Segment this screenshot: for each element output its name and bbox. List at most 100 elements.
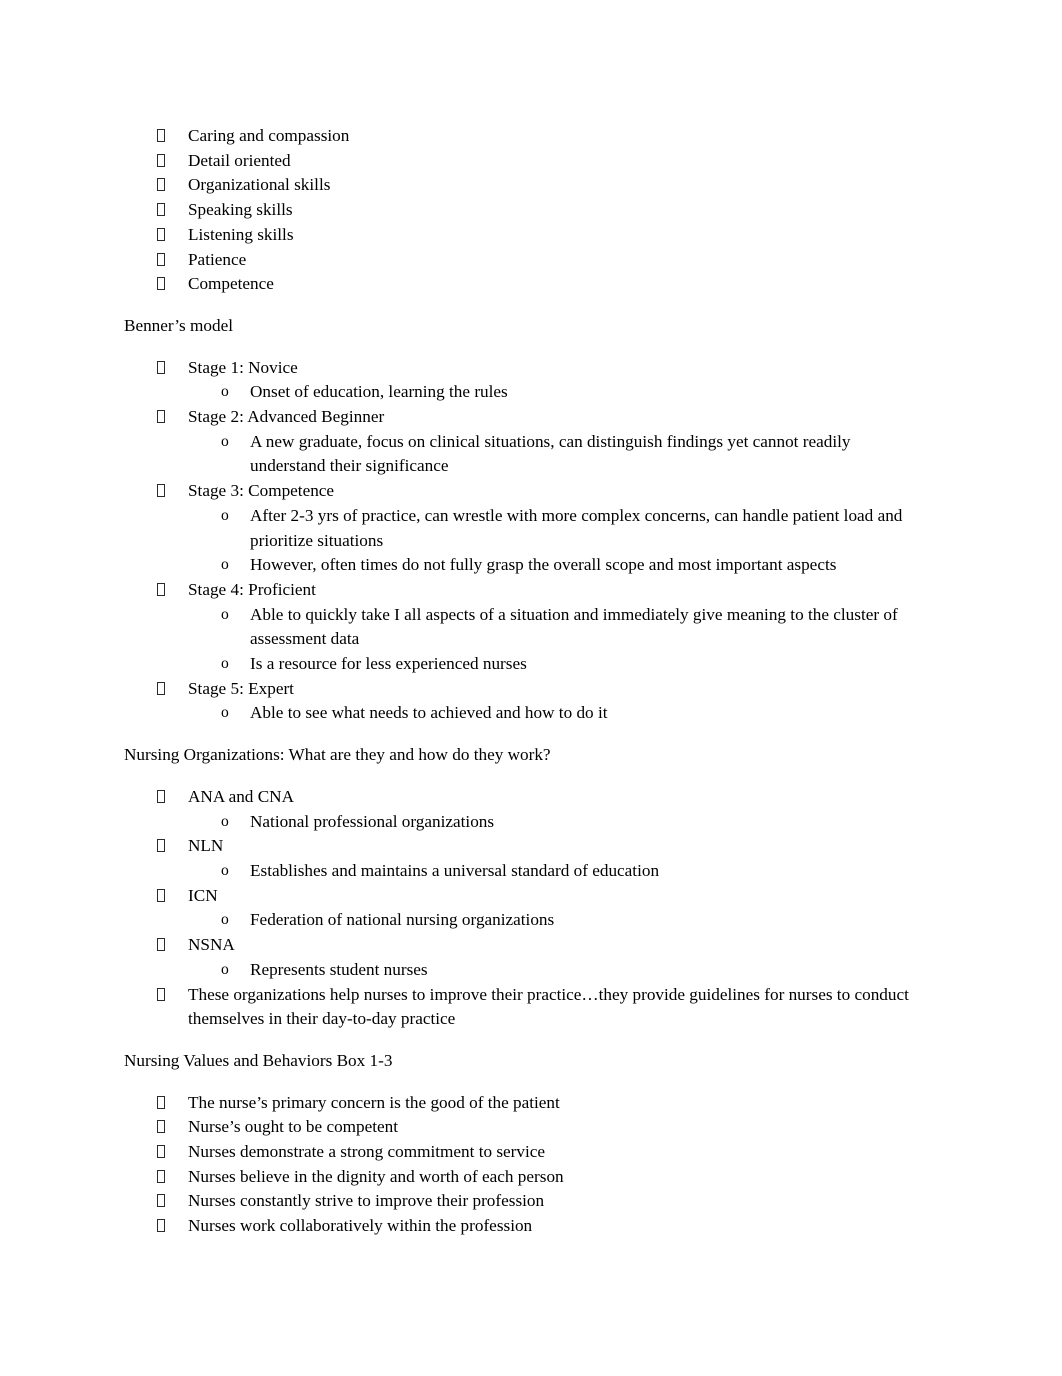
list-item-label: After 2-3 yrs of practice, can wrestle w… (250, 505, 907, 550)
list-item-label: Nurses demonstrate a strong commitment t… (188, 1142, 546, 1162)
list-item: These organizations help nurses to impro… (124, 983, 924, 1032)
list-bullet-o-icon: o (221, 605, 229, 623)
list-item: NLN (124, 834, 924, 859)
list-item: Nurse’s ought to be competent (124, 1115, 924, 1140)
list-bullet-box-icon (157, 479, 171, 504)
list-item-label: Is a resource for less experienced nurse… (250, 654, 527, 674)
list-bullet-o-icon: o (221, 506, 229, 524)
list-bullet-box-icon (157, 834, 171, 859)
list-item-label: Detail oriented (188, 150, 291, 170)
list-item: ICN (124, 884, 924, 909)
list-item: o After 2-3 yrs of practice, can wrestle … (124, 504, 924, 553)
list-item-label: Speaking skills (188, 200, 293, 220)
list-bullet-o-icon: o (221, 655, 229, 673)
list-item-label: ICN (188, 885, 218, 905)
missing-glyph-box-icon (157, 178, 165, 192)
list-item: o Federation of national nursing organiza… (124, 908, 924, 933)
list-bullet-o-icon: o (221, 960, 229, 978)
list-bullet-box-icon (157, 405, 171, 430)
list-item-label: NLN (188, 836, 224, 856)
list-bullet-box-icon (157, 173, 171, 198)
list-item: Stage 5: Expert (124, 677, 924, 702)
list-bullet-box-icon (157, 884, 171, 909)
list-bullet-box-icon (157, 198, 171, 223)
list-item: NSNA (124, 933, 924, 958)
list-item-label: Onset of education, learning the rules (250, 382, 508, 402)
list-bullet-box-icon (157, 1189, 171, 1214)
list-bullet-o-icon: o (221, 812, 229, 830)
list-item-label: These organizations help nurses to impro… (188, 984, 914, 1029)
document-page: Caring and compassion Detail oriented Orga… (0, 0, 1062, 1376)
list-item: Organizational skills (124, 173, 924, 198)
list-item: Caring and compassion (124, 124, 924, 149)
list-item-label: A new graduate, focus on clinical situat… (250, 431, 855, 476)
bullet-list: ANA and CNA o National professional organi… (124, 785, 924, 1032)
bullet-list: Caring and compassion Detail oriented Orga… (124, 124, 924, 297)
list-bullet-box-icon (157, 1140, 171, 1165)
missing-glyph-box-icon (157, 203, 165, 217)
list-item: o National professional organizations (124, 810, 924, 835)
missing-glyph-box-icon (157, 1169, 165, 1183)
section-heading: Nursing Organizations: What are they and… (124, 745, 551, 765)
missing-glyph-box-icon (157, 410, 165, 424)
list-item-label: Stage 2: Advanced Beginner (188, 407, 385, 427)
list-item-label: Able to quickly take I all aspects of a … (250, 604, 902, 649)
list-item: Stage 2: Advanced Beginner (124, 405, 924, 430)
list-item: Listening skills (124, 223, 924, 248)
missing-glyph-box-icon (157, 1120, 165, 1134)
missing-glyph-box-icon (157, 582, 165, 596)
list-bullet-box-icon (157, 124, 171, 149)
list-item-label: Competence (188, 274, 274, 294)
list-item-label: Organizational skills (188, 175, 331, 195)
list-item: o Able to quickly take I all aspects of a… (124, 603, 924, 652)
list-item-label: Nurses work collaboratively within the p… (188, 1216, 533, 1236)
list-bullet-box-icon (157, 933, 171, 958)
list-item: Nurses believe in the dignity and worth … (124, 1165, 924, 1190)
list-item-label: Represents student nurses (250, 959, 428, 979)
list-item: Speaking skills (124, 198, 924, 223)
list-bullet-box-icon (157, 1091, 171, 1116)
list-bullet-o-icon: o (221, 432, 229, 450)
missing-glyph-box-icon (157, 484, 165, 498)
list-bullet-box-icon (157, 1214, 171, 1239)
list-bullet-box-icon (157, 223, 171, 248)
missing-glyph-box-icon (157, 987, 165, 1001)
list-bullet-box-icon (157, 248, 171, 273)
list-bullet-box-icon (157, 1165, 171, 1190)
bullet-list: The nurse’s primary concern is the good … (124, 1091, 924, 1239)
list-item-label: Nurses constantly strive to improve thei… (188, 1191, 545, 1211)
missing-glyph-box-icon (157, 1219, 165, 1233)
section-heading: Nursing Values and Behaviors Box 1-3 (124, 1050, 393, 1070)
list-item-label: Federation of national nursing organizat… (250, 910, 555, 930)
list-bullet-o-icon: o (221, 861, 229, 879)
list-item: o However, often times do not fully grasp… (124, 553, 924, 578)
list-bullet-box-icon (157, 785, 171, 810)
list-item-label: Stage 3: Competence (188, 481, 335, 501)
missing-glyph-box-icon (157, 153, 165, 167)
list-item-label: ANA and CNA (188, 786, 294, 806)
list-item-label: Nurses believe in the dignity and worth … (188, 1166, 564, 1186)
list-item: Detail oriented (124, 149, 924, 174)
missing-glyph-box-icon (157, 1095, 165, 1109)
list-item: Stage 1: Novice (124, 356, 924, 381)
list-item-label: However, often times do not fully grasp … (250, 555, 837, 575)
list-bullet-box-icon (157, 356, 171, 381)
list-bullet-box-icon (157, 272, 171, 297)
list-bullet-box-icon (157, 1115, 171, 1140)
list-bullet-o-icon: o (221, 556, 229, 574)
list-item-label: The nurse’s primary concern is the good … (188, 1092, 560, 1112)
list-bullet-box-icon (157, 149, 171, 174)
list-item-label: Stage 5: Expert (188, 678, 294, 698)
list-bullet-o-icon: o (221, 704, 229, 722)
missing-glyph-box-icon (157, 252, 165, 266)
list-item-label: NSNA (188, 935, 235, 955)
missing-glyph-box-icon (157, 1145, 165, 1159)
list-bullet-o-icon: o (221, 911, 229, 929)
missing-glyph-box-icon (157, 1194, 165, 1208)
list-item: o Establishes and maintains a universal s… (124, 859, 924, 884)
list-item-label: National professional organizations (250, 811, 495, 831)
list-bullet-box-icon (157, 983, 171, 1008)
list-item: o Onset of education, learning the rules (124, 380, 924, 405)
list-item: Competence (124, 272, 924, 297)
missing-glyph-box-icon (157, 888, 165, 902)
